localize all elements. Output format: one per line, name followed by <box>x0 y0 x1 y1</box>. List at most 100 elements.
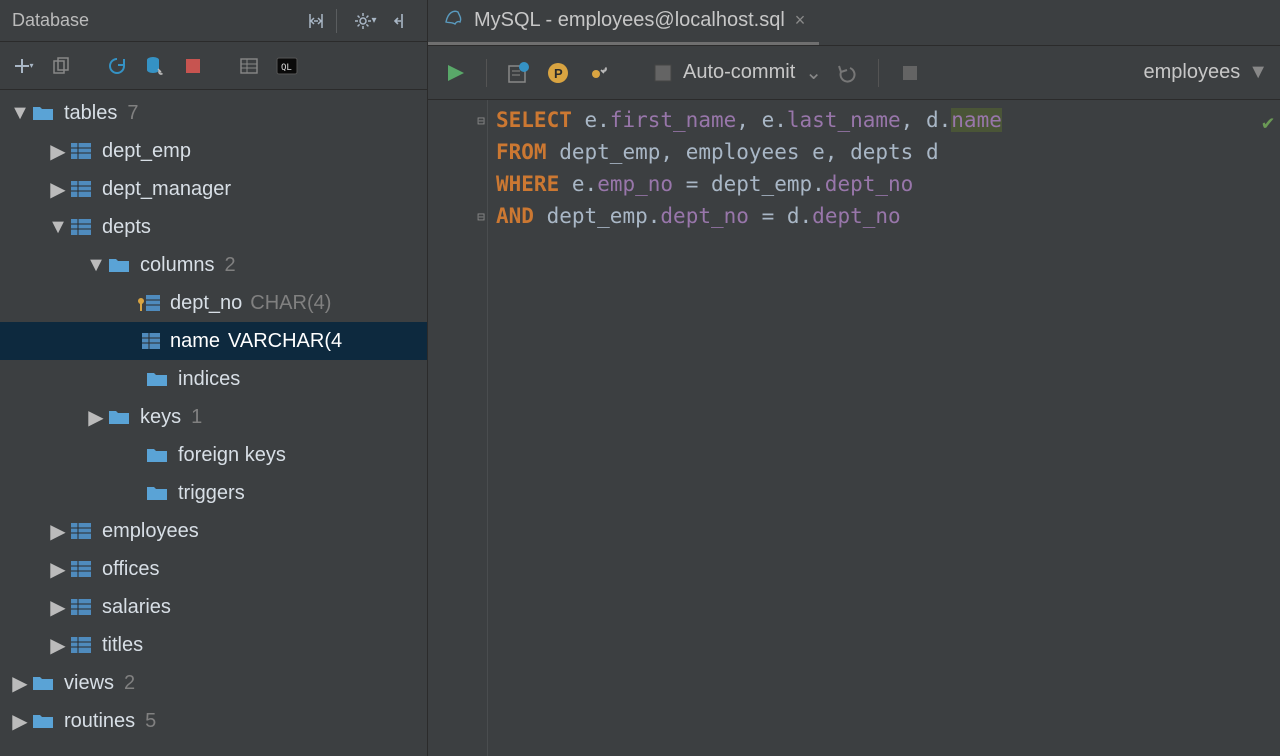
table-icon <box>68 558 94 580</box>
datasource-properties-icon[interactable] <box>142 53 168 79</box>
inspection-ok-icon[interactable]: ✔ <box>1262 106 1274 138</box>
tree-label: tables <box>64 102 117 125</box>
svg-text:QL: QL <box>281 63 292 73</box>
code-body[interactable]: SELECT e.first_name, e.last_name, d.name… <box>488 100 1280 756</box>
tree-node-views[interactable]: ▶ views 2 <box>0 664 427 702</box>
chevron-down-icon[interactable]: ▼ <box>10 103 30 123</box>
code-editor[interactable]: ⊟ ⊟ SELECT e.first_name, e.last_name, d.… <box>428 100 1280 756</box>
collapse-icon[interactable] <box>302 7 330 35</box>
tree-label: titles <box>102 634 143 657</box>
tree-label: views <box>64 672 114 695</box>
tree-label: dept_emp <box>102 140 191 163</box>
fold-start-icon[interactable]: ⊟ <box>477 106 485 138</box>
table-icon <box>68 216 94 238</box>
tree-label: routines <box>64 710 135 733</box>
tree-label: offices <box>102 558 159 581</box>
tree-label: triggers <box>178 482 245 505</box>
tree-node-routines[interactable]: ▶ routines 5 <box>0 702 427 740</box>
auto-commit-toggle[interactable]: Auto-commit ⌄ <box>653 60 822 85</box>
rollback-icon[interactable] <box>832 58 862 88</box>
close-icon[interactable]: × <box>795 10 806 31</box>
gear-icon[interactable]: ▾ <box>351 7 379 35</box>
parameters-icon[interactable]: P <box>543 58 573 88</box>
column-type: VARCHAR(4 <box>228 330 342 353</box>
key-column-icon <box>136 292 162 314</box>
chevron-right-icon[interactable]: ▶ <box>48 521 68 541</box>
tree-label: dept_manager <box>102 178 231 201</box>
table-icon <box>68 520 94 542</box>
column-type: CHAR(4) <box>250 292 331 315</box>
separator <box>878 59 879 87</box>
separator <box>336 9 337 33</box>
chevron-right-icon[interactable]: ▶ <box>48 141 68 161</box>
schema-selector[interactable]: employees ▼ <box>1143 61 1268 84</box>
tree-node-dept-manager[interactable]: ▶ dept_manager <box>0 170 427 208</box>
tab-sql-file[interactable]: MySQL - employees@localhost.sql × <box>428 0 819 45</box>
tree-label: name <box>170 330 220 353</box>
table-view-icon[interactable] <box>236 53 262 79</box>
tree-count: 2 <box>224 254 235 277</box>
database-panel: Database ▾ ▾ <box>0 0 428 756</box>
alias: d <box>787 204 800 228</box>
tree-node-foreign-keys[interactable]: ▶ foreign keys <box>0 436 427 474</box>
tree-node-titles[interactable]: ▶ titles <box>0 626 427 664</box>
chevron-right-icon[interactable]: ▶ <box>86 407 106 427</box>
tree-node-col-dept-no[interactable]: dept_no CHAR(4) <box>0 284 427 322</box>
stop-icon[interactable] <box>180 53 206 79</box>
tree-node-col-name[interactable]: name VARCHAR(4 <box>0 322 427 360</box>
gutter: ⊟ ⊟ <box>428 100 488 756</box>
tree-node-columns[interactable]: ▼ columns 2 <box>0 246 427 284</box>
ident: last_name <box>787 108 901 132</box>
ident-highlighted: name <box>951 108 1002 132</box>
column-icon <box>136 330 162 352</box>
console-icon[interactable]: QL <box>274 53 300 79</box>
schema-label: employees <box>1143 61 1240 84</box>
settings-icon[interactable] <box>583 58 613 88</box>
chevron-down-icon[interactable]: ▼ <box>48 217 68 237</box>
chevron-right-icon[interactable]: ▶ <box>10 711 30 731</box>
refresh-icon[interactable] <box>104 53 130 79</box>
folder-icon <box>144 368 170 390</box>
hide-icon[interactable] <box>387 7 415 35</box>
tree-node-indices[interactable]: ▶ indices <box>0 360 427 398</box>
chevron-right-icon[interactable]: ▶ <box>48 597 68 617</box>
alias: e <box>572 172 585 196</box>
tab-bar: MySQL - employees@localhost.sql × <box>428 0 1280 46</box>
tree-count: 1 <box>191 406 202 429</box>
folder-icon <box>106 254 132 276</box>
folder-icon <box>30 102 56 124</box>
stop-icon[interactable] <box>895 58 925 88</box>
tree-count: 7 <box>127 102 138 125</box>
tree-node-keys[interactable]: ▶ keys 1 <box>0 398 427 436</box>
folder-icon <box>106 406 132 428</box>
tree-count: 5 <box>145 710 156 733</box>
chevron-down-icon[interactable]: ⌄ <box>805 60 822 85</box>
tree-label: employees <box>102 520 199 543</box>
editor-pane: MySQL - employees@localhost.sql × P Auto… <box>428 0 1280 756</box>
explain-plan-icon[interactable] <box>503 58 533 88</box>
tree-node-tables[interactable]: ▼ tables 7 <box>0 94 427 132</box>
tree-node-employees[interactable]: ▶ employees <box>0 512 427 550</box>
database-tree[interactable]: ▼ tables 7 ▶ dept_emp ▶ dept_manager ▼ <box>0 90 427 756</box>
kw-where: WHERE <box>496 172 559 196</box>
chevron-right-icon[interactable]: ▶ <box>10 673 30 693</box>
add-icon[interactable]: ▾ <box>10 53 36 79</box>
duplicate-icon[interactable] <box>48 53 74 79</box>
chevron-down-icon[interactable]: ▼ <box>86 255 106 275</box>
run-icon[interactable] <box>440 58 470 88</box>
ident: dept_no <box>660 204 749 228</box>
alias: d <box>926 140 939 164</box>
tree-node-depts[interactable]: ▼ depts <box>0 208 427 246</box>
chevron-right-icon[interactable]: ▶ <box>48 179 68 199</box>
tree-label: depts <box>102 216 151 239</box>
chevron-right-icon[interactable]: ▶ <box>48 559 68 579</box>
chevron-right-icon[interactable]: ▶ <box>48 635 68 655</box>
tree-node-salaries[interactable]: ▶ salaries <box>0 588 427 626</box>
tree-node-dept-emp[interactable]: ▶ dept_emp <box>0 132 427 170</box>
tree-count: 2 <box>124 672 135 695</box>
tree-node-triggers[interactable]: ▶ triggers <box>0 474 427 512</box>
folder-icon <box>144 482 170 504</box>
fold-end-icon[interactable]: ⊟ <box>477 202 485 234</box>
alias: e <box>585 108 598 132</box>
tree-node-offices[interactable]: ▶ offices <box>0 550 427 588</box>
